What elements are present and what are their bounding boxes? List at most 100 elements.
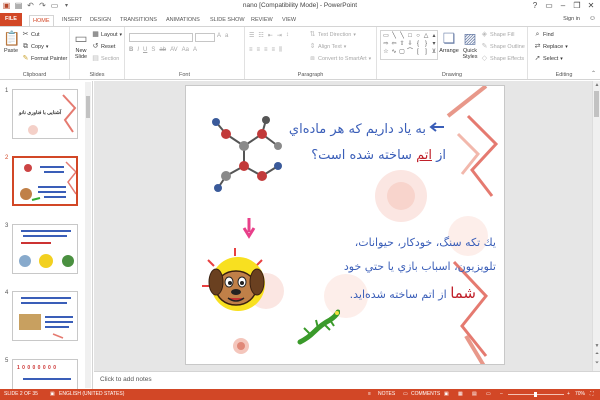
decrease-indent-icon[interactable]: ⇤ <box>268 32 273 39</box>
decrease-font-icon[interactable]: a <box>225 33 228 39</box>
increase-indent-icon[interactable]: ⇥ <box>277 32 282 39</box>
slide-text-line-2[interactable]: از اتم ساخته شده است؟ <box>286 148 446 163</box>
tab-slide-show[interactable]: SLIDE SHOW <box>207 15 248 26</box>
slide-thumbnail-4[interactable] <box>12 291 78 341</box>
tab-view[interactable]: VIEW <box>279 15 299 26</box>
thumbnail-scrollbar[interactable] <box>85 82 91 388</box>
scrollbar-thumb[interactable] <box>86 96 90 118</box>
slide-text-line-3[interactable]: يك تكه سنگ، خودكار، حيوانات، <box>276 236 496 249</box>
arrow-icon[interactable]: ⇦ <box>390 40 398 48</box>
zoom-level[interactable]: 70% <box>575 391 585 397</box>
zoom-slider[interactable] <box>508 392 564 397</box>
ribbon-display-icon[interactable]: ▭ <box>542 0 556 12</box>
restore-icon[interactable]: ❐ <box>570 0 584 12</box>
align-center-icon[interactable]: ≡ <box>257 47 261 54</box>
slide-thumbnail-2[interactable] <box>12 156 78 206</box>
shadow-icon[interactable]: S <box>151 47 155 53</box>
textbox-icon[interactable]: ▭ <box>382 32 390 40</box>
arrow-icon[interactable]: ⇧ <box>398 40 406 48</box>
line-icon[interactable]: ╲ <box>398 32 406 40</box>
language-status[interactable]: ENGLISH (UNITED STATES) <box>59 391 124 397</box>
shape-outline-button[interactable]: ✎ Shape Outline <box>481 43 525 50</box>
bracket-icon[interactable]: [ <box>414 48 422 56</box>
slide-thumbnail-5[interactable]: 1 0 0 0 0 0 0 0 <box>12 359 78 389</box>
comments-toggle[interactable]: COMMENTS <box>411 391 440 397</box>
line-spacing-icon[interactable]: ↕ <box>286 32 289 39</box>
rectangle-icon[interactable]: □ <box>406 32 414 40</box>
spellcheck-icon[interactable]: ▣ <box>50 391 55 397</box>
slide-thumbnail-3[interactable] <box>12 224 78 274</box>
arc-icon[interactable]: ⌒ <box>406 48 414 56</box>
italic-icon[interactable]: I <box>137 47 139 53</box>
slide-sorter-icon[interactable]: ▦ <box>458 391 463 397</box>
tab-review[interactable]: REVIEW <box>248 15 276 26</box>
tab-file[interactable]: FILE <box>0 13 22 26</box>
align-text-button[interactable]: ⇕ Align Text ▾ <box>309 43 347 50</box>
star-icon[interactable]: ☆ <box>382 48 390 56</box>
arrange-button[interactable]: ❏ Arrange <box>439 30 459 54</box>
change-case-icon[interactable]: Aa <box>182 47 189 53</box>
new-slide-button[interactable]: ▭ New Slide <box>72 30 90 60</box>
line-icon[interactable]: ╲ <box>390 32 398 40</box>
tab-home[interactable]: HOME <box>29 15 54 26</box>
oval-icon[interactable]: ○ <box>414 32 422 40</box>
font-size-input[interactable] <box>195 33 215 42</box>
slide-thumbnail-1[interactable]: آشنایی با فناوری نانو <box>12 89 78 139</box>
slide-text-line-1[interactable]: به ياد داريم كه هر ماده‌اي <box>286 122 426 137</box>
slideshow-view-icon[interactable]: ▭ <box>486 391 491 397</box>
reset-button[interactable]: ↺ Reset <box>92 43 116 50</box>
shape-effects-button[interactable]: ◇ Shape Effects <box>481 55 524 62</box>
bullets-icon[interactable]: ☰ <box>249 32 254 39</box>
more-shapes-icon[interactable]: ▴ <box>430 32 438 40</box>
slide-editing-area[interactable]: به ياد داريم كه هر ماده‌اي از اتم ساخته … <box>94 81 600 371</box>
zoom-out-icon[interactable]: – <box>500 391 503 397</box>
bracket-icon[interactable]: ] <box>422 48 430 56</box>
section-button[interactable]: ▤ Section <box>92 55 119 62</box>
slide-text-line-4[interactable]: تلويزيون، اسباب بازي يا حتي خود <box>276 260 496 273</box>
bold-icon[interactable]: B <box>129 47 133 53</box>
quick-styles-button[interactable]: ▨ Quick Styles <box>461 30 479 60</box>
copy-button[interactable]: ⧉ Copy ▾ <box>22 43 48 50</box>
align-left-icon[interactable]: ≡ <box>249 47 253 54</box>
more-shapes-icon[interactable]: ▾ <box>430 40 438 48</box>
comments-icon[interactable]: ▭ <box>403 391 408 397</box>
font-color-icon[interactable]: A <box>193 47 197 53</box>
close-icon[interactable]: ✕ <box>584 0 598 12</box>
previous-slide-icon[interactable]: ⏶ <box>593 351 600 357</box>
text-direction-button[interactable]: ⇅ Text Direction ▾ <box>309 31 356 38</box>
tab-insert[interactable]: INSERT <box>59 15 85 26</box>
notes-pane[interactable]: Click to add notes <box>94 371 600 389</box>
notes-icon[interactable]: ≡ <box>368 391 371 397</box>
brace-icon[interactable]: } <box>422 40 430 48</box>
layout-button[interactable]: ▦ Layout ▾ <box>92 31 122 38</box>
cut-button[interactable]: ✂ Cut <box>22 31 40 38</box>
shapes-gallery[interactable]: ▭ ╲ ╲ □ ○ △ ▴ ⇨ ⇦ ⇧ ⇩ { } ▾ ☆ ∿ ▢ ⌒ [ ] … <box>380 30 438 60</box>
underline-icon[interactable]: U <box>143 47 147 53</box>
expand-gallery-icon[interactable]: ⊻ <box>430 48 438 56</box>
slide-canvas[interactable]: به ياد داريم كه هر ماده‌اي از اتم ساخته … <box>185 85 505 365</box>
sign-in-link[interactable]: Sign in <box>563 16 580 22</box>
scroll-up-icon[interactable]: ▲ <box>593 82 600 88</box>
replace-button[interactable]: ⇄ Replace ▾ <box>534 43 568 50</box>
format-painter-button[interactable]: ✎ Format Painter <box>22 55 68 62</box>
shape-fill-button[interactable]: ◈ Shape Fill <box>481 31 515 38</box>
increase-font-icon[interactable]: A <box>217 33 221 39</box>
columns-icon[interactable]: ⫼ <box>279 47 282 54</box>
justify-icon[interactable]: ≡ <box>272 47 276 54</box>
paste-button[interactable]: 📋 Paste <box>3 30 20 54</box>
collapse-ribbon-icon[interactable]: ⌃ <box>591 70 596 77</box>
align-right-icon[interactable]: ≡ <box>264 47 268 54</box>
brace-icon[interactable]: { <box>414 40 422 48</box>
tab-transitions[interactable]: TRANSITIONS <box>117 15 160 26</box>
font-name-input[interactable] <box>129 33 193 42</box>
slide-thumbnail-panel[interactable]: 1 آشنایی با فناوری نانو 2 3 4 5 1 0 0 0 … <box>0 81 93 389</box>
slide-text-line-5[interactable]: شما از اتم ساخته شده‌ايد. <box>276 284 476 302</box>
triangle-icon[interactable]: △ <box>422 32 430 40</box>
zoom-slider-knob[interactable] <box>534 392 537 397</box>
normal-view-icon[interactable]: ▣ <box>444 391 449 397</box>
help-icon[interactable]: ? <box>528 0 542 12</box>
tab-design[interactable]: DESIGN <box>87 15 114 26</box>
find-button[interactable]: ⌕ Find <box>534 31 554 38</box>
user-icon[interactable]: ☺ <box>589 15 596 22</box>
scrollbar-thumb[interactable] <box>594 91 599 117</box>
